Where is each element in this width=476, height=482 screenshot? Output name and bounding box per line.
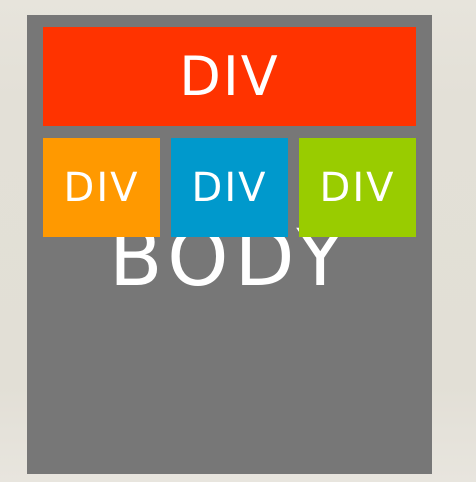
div-label: DIV	[191, 164, 268, 211]
div-box-top: DIV	[43, 27, 416, 126]
div-box-middle: DIV	[171, 138, 288, 237]
div-box-right: DIV	[299, 138, 416, 237]
div-label: DIV	[319, 164, 396, 211]
div-label: DIV	[179, 44, 280, 108]
div-label: DIV	[63, 164, 140, 211]
div-box-left: DIV	[43, 138, 160, 237]
